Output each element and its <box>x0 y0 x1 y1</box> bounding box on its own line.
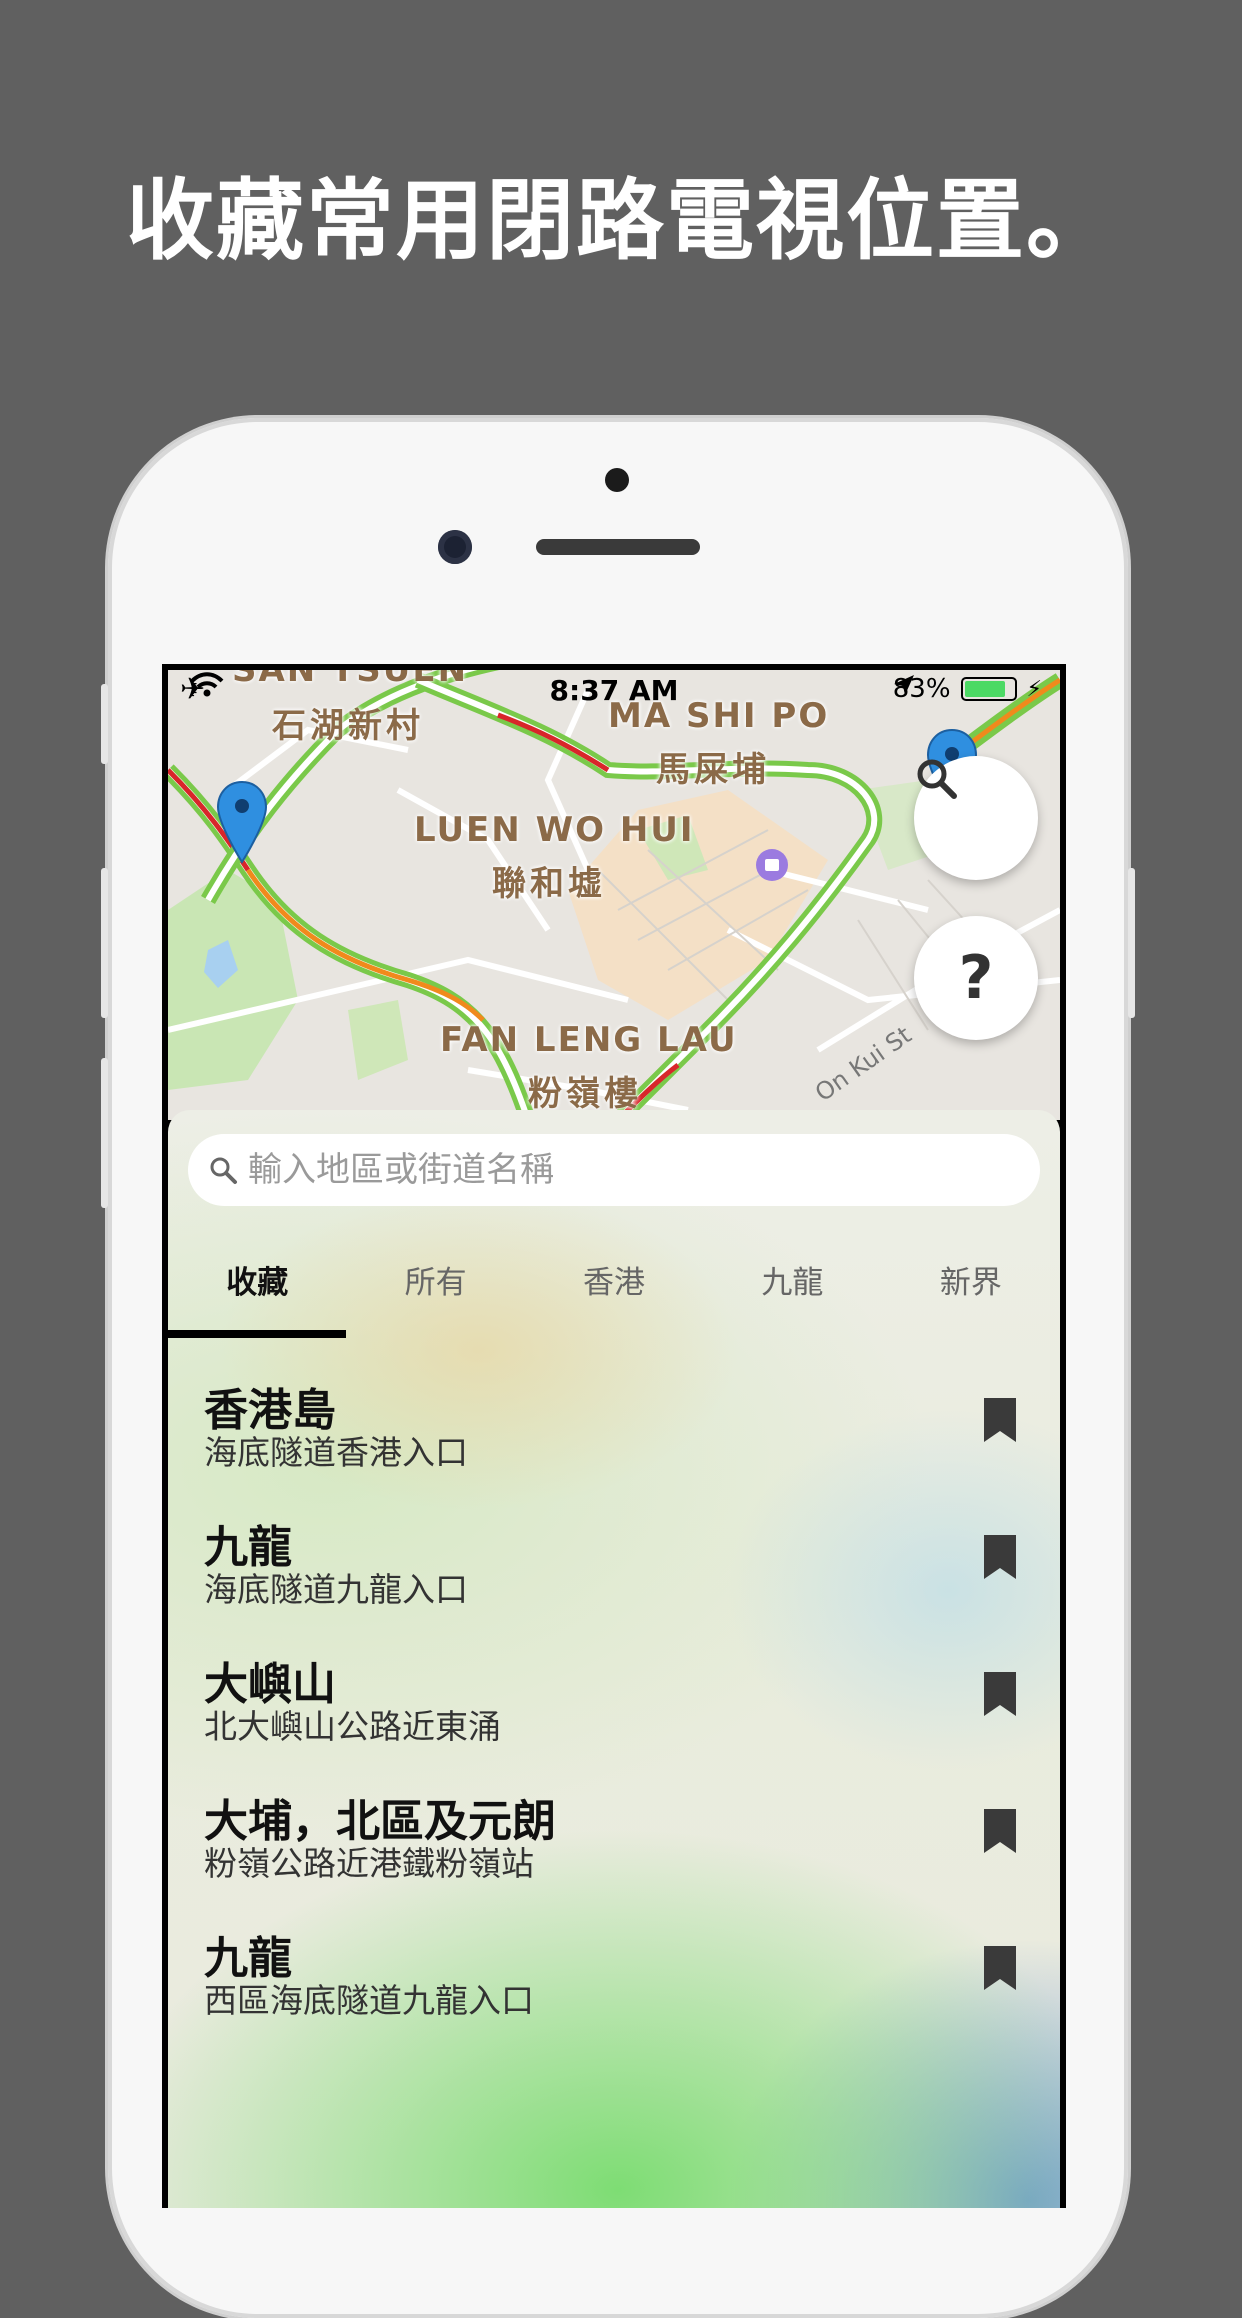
search-input[interactable] <box>246 1149 1040 1191</box>
proximity-sensor <box>605 468 629 492</box>
item-subtitle: 北大嶼山公路近東涌 <box>204 1707 501 1746</box>
headline: 收藏常用閉路電視位置。 <box>125 169 1116 272</box>
search-icon <box>210 1157 237 1184</box>
bookmark-icon[interactable] <box>984 1809 1016 1853</box>
item-subtitle: 海底隧道九龍入口 <box>204 1570 468 1609</box>
volume-down-button <box>101 1058 108 1208</box>
phone-screen: SAN TSUEN 石湖新村 MA SHI PO 馬屎埔 LUEN WO HUI… <box>162 664 1066 2208</box>
battery-fill <box>964 681 1005 697</box>
item-subtitle: 海底隧道香港入口 <box>204 1433 468 1472</box>
map-pin-icon[interactable] <box>214 778 270 870</box>
search-icon <box>917 759 957 799</box>
battery-icon <box>960 677 1017 701</box>
map-label-en: LUEN WO HUI <box>414 810 695 850</box>
status-bar: ✈ 8:37 AM 83% ⚡ <box>168 670 1060 714</box>
map-view[interactable]: SAN TSUEN 石湖新村 MA SHI PO 馬屎埔 LUEN WO HUI… <box>168 670 1060 1120</box>
earpiece-speaker <box>536 539 700 555</box>
map-label-cn: 粉嶺樓 <box>528 1074 642 1114</box>
power-button <box>1128 868 1135 1018</box>
list-item[interactable]: 九龍 西區海底隧道九龍入口 <box>168 1908 1060 2045</box>
map-label-cn: 聯和墟 <box>492 864 606 904</box>
help-icon: ? <box>958 943 994 1013</box>
favorites-list: 香港島 海底隧道香港入口 九龍 海底隧道九龍入口 大嶼山 北大嶼山公路近東涌 大… <box>168 1360 1060 2045</box>
favorites-sheet: 收藏 所有 香港 九龍 新界 香港島 海底隧道香港入口 九龍 海底隧道九龍入口 <box>168 1110 1060 2208</box>
region-tabs: 收藏 所有 香港 九龍 新界 <box>168 1228 1060 1338</box>
list-item[interactable]: 香港島 海底隧道香港入口 <box>168 1360 1060 1497</box>
bookmark-icon[interactable] <box>984 1535 1016 1579</box>
front-camera <box>438 530 472 564</box>
tab-new-territories[interactable]: 新界 <box>882 1228 1060 1338</box>
tab-all[interactable]: 所有 <box>346 1228 524 1338</box>
map-search-button[interactable] <box>914 756 1038 880</box>
item-subtitle: 粉嶺公路近港鐵粉嶺站 <box>204 1844 534 1883</box>
help-button[interactable]: ? <box>914 916 1038 1040</box>
list-item[interactable]: 九龍 海底隧道九龍入口 <box>168 1497 1060 1634</box>
list-item[interactable]: 大嶼山 北大嶼山公路近東涌 <box>168 1634 1060 1771</box>
bookmark-icon[interactable] <box>984 1398 1016 1442</box>
volume-up-button <box>101 868 108 1018</box>
status-right: 83% ⚡ <box>893 674 1042 704</box>
location-search-bar[interactable] <box>188 1134 1040 1206</box>
tab-favorites[interactable]: 收藏 <box>168 1228 347 1338</box>
tab-kowloon[interactable]: 九龍 <box>703 1228 881 1338</box>
mute-switch <box>101 684 108 764</box>
map-label-en: FAN LENG LAU <box>440 1020 738 1060</box>
location-arrow-icon <box>893 675 914 695</box>
bookmark-icon[interactable] <box>984 1946 1016 1990</box>
bookmark-icon[interactable] <box>984 1672 1016 1716</box>
map-label-cn: 馬屎埔 <box>656 750 770 790</box>
charging-icon: ⚡ <box>1026 676 1042 702</box>
item-subtitle: 西區海底隧道九龍入口 <box>204 1981 534 2020</box>
list-item[interactable]: 大埔，北區及元朗 粉嶺公路近港鐵粉嶺站 <box>168 1771 1060 1908</box>
tab-hong-kong[interactable]: 香港 <box>525 1228 703 1338</box>
